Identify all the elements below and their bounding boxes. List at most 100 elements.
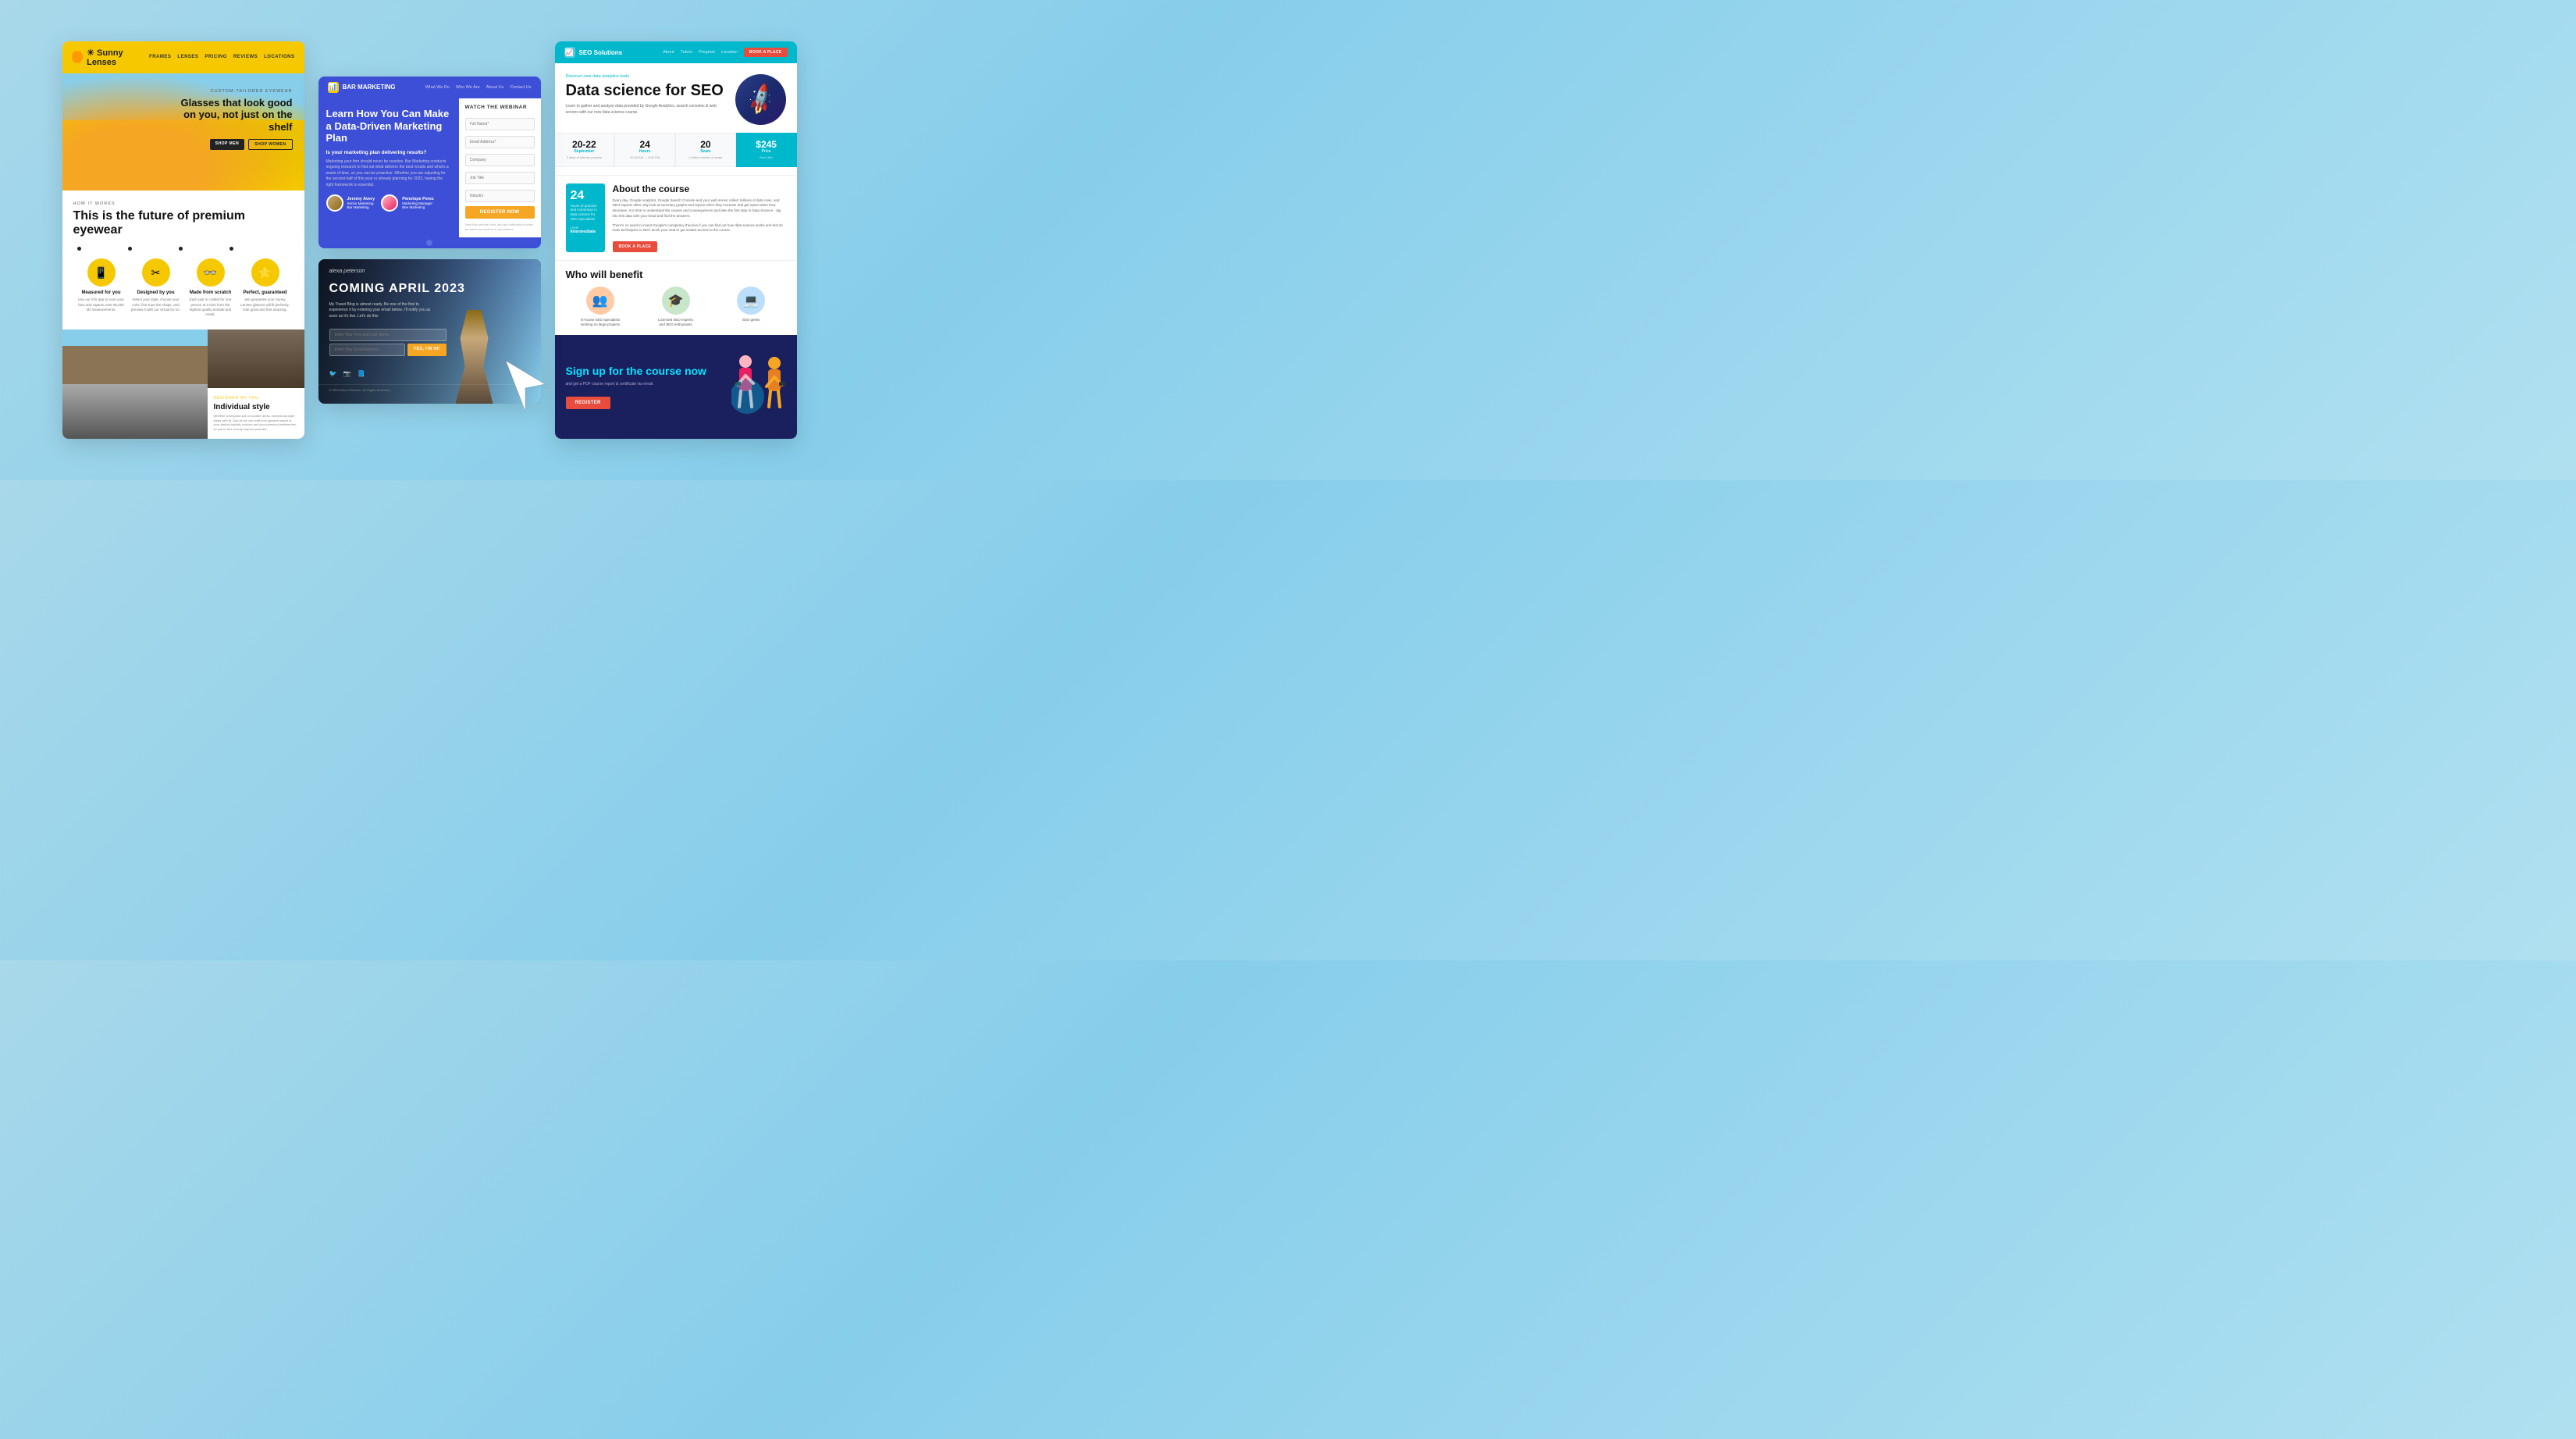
coming-submit-button[interactable]: YES, I'M IN! (407, 344, 447, 356)
bar-input-company[interactable] (465, 154, 535, 166)
sl-header: ☀ Sunny Lenses FRAMES LENSES PRICING REV… (62, 41, 304, 73)
bar-title: Learn How You Can Make a Data-Driven Mar… (326, 108, 451, 144)
speaker-penelope-info: Penelope Perez Marketing ManagerBee Mark… (402, 197, 434, 209)
seo-signup-title: Sign up for the course now (566, 365, 724, 378)
dot-indicator (426, 240, 432, 246)
instagram-icon[interactable]: 📷 (343, 370, 353, 379)
features-grid: 📱 Measured for you Use our iOS app to sc… (73, 258, 294, 317)
bar-desc: Marketing your firm should never be reac… (326, 159, 451, 189)
seo-stat-label-price: Price (742, 149, 792, 154)
seo-book-place-button[interactable]: BOOK A PLACE (613, 241, 658, 252)
seo-nav-about[interactable]: About (663, 50, 674, 55)
feature-desc-designed: Select your style, choose your color, fi… (131, 297, 181, 312)
feature-designed: ✂ Designed by you Select your style, cho… (131, 258, 181, 317)
dot-1 (77, 247, 81, 251)
gallery-title: Individual style (214, 403, 298, 411)
coming-author: alexa peterson (329, 269, 530, 274)
cursor-arrow-wrapper (502, 357, 549, 419)
bar-logo-icon: 📊 (328, 82, 339, 93)
feature-title-scratch: Made from scratch (186, 290, 236, 295)
seo-stat-num-dates: 20-22 (560, 140, 610, 149)
seo-stat-num-price: $245 (742, 140, 792, 149)
section-tag: HOW IT WORKS (73, 201, 294, 206)
gallery-section: DESIGNED BY YOU Individual style Whether… (62, 329, 304, 439)
bar-nav-contact[interactable]: Contact Us (510, 85, 531, 90)
seo-stat-dates: 20-22 September 3 days of intense practi… (555, 133, 615, 166)
seo-stat-num-hours: 24 (620, 140, 670, 149)
seo-hero-section: Discover new data analytics tools Data s… (555, 63, 797, 133)
twitter-icon[interactable]: 🐦 (329, 370, 339, 379)
speaker-penelope-role: Marketing ManagerBee Marketing (402, 201, 434, 209)
section-title: This is the future of premium eyewear (73, 209, 294, 238)
seo-stat-sub-price: Best offer (742, 155, 792, 159)
feature-icon-scratch: 👓 (197, 258, 225, 287)
seo-hero-text: Discover new data analytics tools Data s… (566, 74, 728, 116)
seo-stat-sub-dates: 3 days of intense practice (560, 155, 610, 159)
speaker-penelope-avatar (381, 194, 398, 212)
hero-buttons: SHOP MEN SHOP WOMEN (168, 139, 293, 150)
dot-4 (229, 247, 233, 251)
seo-book-header-button[interactable]: BOOK A PLACE (744, 48, 788, 57)
seo-stats-bar: 20-22 September 3 days of intense practi… (555, 133, 797, 166)
bar-logo: 📊 BAR MARKETING (328, 82, 396, 93)
bar-bottom-decoration (318, 237, 541, 248)
sl-logo: ☀ Sunny Lenses (72, 48, 150, 67)
nav-pricing[interactable]: PRICING (205, 55, 227, 59)
seo-signup-desc: and get a PDF course report & certificat… (566, 382, 724, 387)
bar-form-title: WATCH THE WEBINAR (465, 105, 535, 110)
seo-who-title: Who will benefit (566, 269, 786, 280)
gallery-image-1 (62, 329, 208, 384)
seo-nav-location[interactable]: Location (721, 50, 738, 55)
seo-register-button[interactable]: REGISTER (566, 397, 610, 409)
nav-locations[interactable]: LOCATIONS (264, 55, 294, 59)
seo-stat-sub-seats: Limited number of seats (681, 155, 731, 159)
feature-desc-measured: Use our iOS app to scan your face and ca… (76, 297, 126, 312)
shop-women-button[interactable]: SHOP WOMEN (248, 139, 292, 150)
bar-nav-who[interactable]: Who We Are (456, 85, 480, 90)
feature-scratch: 👓 Made from scratch Each pair is crafted… (186, 258, 236, 317)
hero-text-block: CUSTOM-TAILORED EYEWEAR Glasses that loo… (168, 89, 293, 151)
speaker-jeremy: Jeremy Avery Senior MarketingBar Marketi… (326, 194, 375, 212)
feature-title-measured: Measured for you (76, 290, 126, 295)
bar-nav-about[interactable]: About Us (486, 85, 504, 90)
nav-lenses[interactable]: LENSES (177, 55, 198, 59)
gallery-left (62, 329, 208, 439)
seo-who-item-geeks: 💻 SEO geeks (717, 287, 786, 327)
gallery-text-box: DESIGNED BY YOU Individual style Whether… (208, 388, 304, 439)
seo-about-desc2: There's no need to invent Google's consp… (613, 223, 786, 234)
seo-stat-price: $245 Price Best offer (736, 133, 797, 166)
coming-input-name[interactable] (329, 329, 447, 341)
seo-nav-program[interactable]: Program (699, 50, 715, 55)
bar-input-industry[interactable] (465, 190, 535, 202)
how-it-works-section: HOW IT WORKS This is the future of premi… (62, 191, 304, 324)
seo-about-box: 24 Hours of practice and immersion in da… (566, 183, 605, 253)
middle-column: 📊 BAR MARKETING What We Do Who We Are Ab… (318, 77, 541, 404)
seo-who-label-inhouse: In-house SEO specialistsworking on large… (566, 318, 635, 327)
seo-signup-illustration (731, 346, 786, 428)
seo-stat-hours: 24 Hours 10:00 AM — 6:00 PM (614, 133, 675, 166)
bar-logo-text: BAR MARKETING (343, 84, 396, 91)
seo-who-icon-inhouse: 👥 (586, 287, 614, 315)
bar-content: Learn How You Can Make a Data-Driven Mar… (318, 98, 541, 237)
coming-input-email[interactable] (329, 344, 405, 356)
nav-reviews[interactable]: REVIEWS (233, 55, 258, 59)
sl-nav: FRAMES LENSES PRICING REVIEWS LOCATIONS (149, 55, 294, 59)
facebook-icon[interactable]: 📘 (358, 370, 367, 379)
signup-illustration-svg (731, 346, 786, 424)
seo-logo: 📈 SEO Solutions (564, 47, 623, 58)
shop-men-button[interactable]: SHOP MEN (210, 139, 245, 150)
seo-about-content: About the course Every day, Google Analy… (613, 183, 786, 253)
bar-nav-what[interactable]: What We Do (425, 85, 450, 90)
gallery-right: DESIGNED BY YOU Individual style Whether… (208, 329, 304, 439)
seo-nav-tutors[interactable]: Tutors (681, 50, 692, 55)
feature-icon-designed: ✂ (142, 258, 170, 287)
coming-form: YES, I'M IN! (329, 329, 447, 356)
bar-input-jobtitle[interactable] (465, 172, 535, 184)
seo-who-section: Who will benefit 👥 In-house SEO speciali… (555, 260, 797, 335)
seo-stat-sub-hours: 10:00 AM — 6:00 PM (620, 155, 670, 159)
bar-input-email[interactable] (465, 136, 535, 148)
nav-frames[interactable]: FRAMES (149, 55, 171, 59)
bar-register-button[interactable]: REGISTER NOW (465, 206, 535, 219)
bar-header: 📊 BAR MARKETING What We Do Who We Are Ab… (318, 77, 541, 98)
bar-input-fullname[interactable] (465, 118, 535, 130)
